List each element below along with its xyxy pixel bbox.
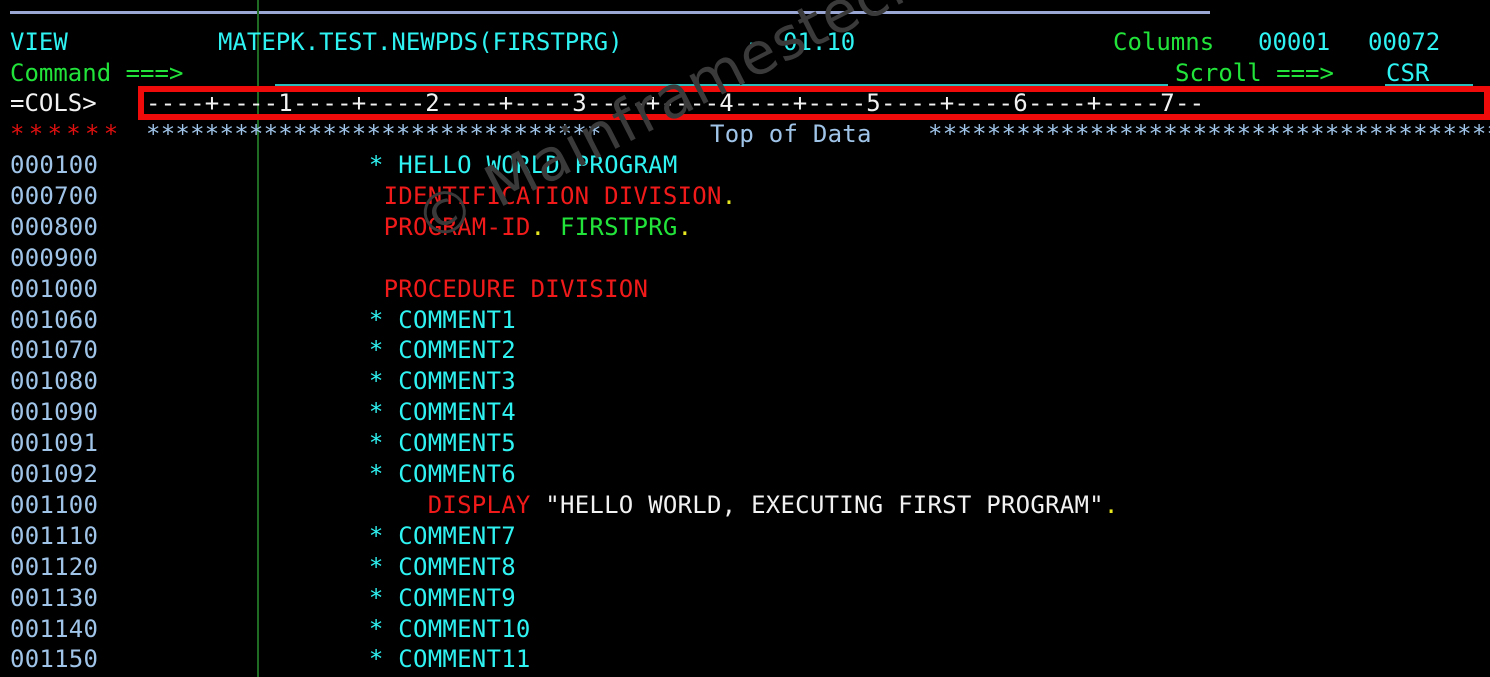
source-code-line[interactable]: * HELLO WORLD PROGRAM bbox=[266, 150, 678, 181]
line-number[interactable]: 001092 bbox=[10, 459, 98, 490]
code-segment: PROCEDURE DIVISION bbox=[266, 274, 649, 303]
dataset-version: 01.10 bbox=[783, 28, 856, 56]
line-number[interactable]: 001091 bbox=[10, 428, 98, 459]
cols-ruler-label: =COLS> bbox=[10, 89, 97, 117]
line-number[interactable]: 001090 bbox=[10, 397, 98, 428]
code-segment: * COMMENT10 bbox=[266, 614, 531, 643]
code-segment: . bbox=[530, 212, 546, 241]
line-number[interactable]: 001070 bbox=[10, 335, 98, 366]
code-segment: * COMMENT6 bbox=[266, 460, 516, 488]
line-number[interactable]: 001130 bbox=[10, 583, 98, 614]
line-number[interactable]: 001060 bbox=[10, 305, 98, 336]
columns-label: Columns bbox=[1113, 28, 1215, 56]
code-segment: DISPLAY bbox=[266, 490, 531, 519]
source-code-line[interactable]: * COMMENT1 bbox=[266, 305, 516, 336]
scroll-field-label: Scroll ===> bbox=[1175, 59, 1334, 87]
line-number[interactable]: 000800 bbox=[10, 212, 98, 243]
code-segment: . bbox=[1103, 490, 1119, 519]
source-code-line[interactable]: * COMMENT8 bbox=[266, 552, 516, 583]
code-segment: . bbox=[677, 212, 693, 241]
line-number[interactable]: 001080 bbox=[10, 366, 98, 397]
code-segment: * COMMENT8 bbox=[266, 552, 516, 581]
top-of-data-label: Top of Data bbox=[710, 120, 872, 148]
top-of-data-left-stars: ******************************* bbox=[146, 120, 602, 148]
line-number[interactable]: 000900 bbox=[10, 243, 98, 274]
cols-ruler-highlight-box bbox=[138, 86, 1490, 120]
line-number[interactable]: 001000 bbox=[10, 274, 98, 305]
source-code-line[interactable]: * COMMENT4 bbox=[266, 397, 516, 428]
line-number[interactable]: 000700 bbox=[10, 181, 98, 212]
code-segment: * COMMENT9 bbox=[266, 583, 516, 612]
dataset-name: MATEPK.TEST.NEWPDS(FIRSTPRG) bbox=[218, 28, 623, 56]
line-number[interactable]: 001120 bbox=[10, 552, 98, 583]
source-code-line[interactable]: * COMMENT5 bbox=[266, 428, 516, 459]
top-of-data-right-stars: ****************************************… bbox=[928, 120, 1490, 148]
source-code-line[interactable]: * COMMENT10 bbox=[266, 614, 531, 645]
source-code-line[interactable]: PROCEDURE DIVISION bbox=[266, 274, 648, 305]
source-code-line[interactable]: * COMMENT3 bbox=[266, 366, 516, 397]
line-number[interactable]: 001150 bbox=[10, 644, 98, 675]
source-code-line[interactable]: * COMMENT7 bbox=[266, 521, 516, 552]
code-segment: * COMMENT4 bbox=[266, 398, 516, 427]
code-segment: FIRSTPRG bbox=[560, 212, 678, 241]
line-number[interactable]: 001110 bbox=[10, 521, 98, 552]
source-code-line[interactable]: DISPLAY "HELLO WORLD, EXECUTING FIRST PR… bbox=[266, 490, 1119, 521]
line-number[interactable]: 001100 bbox=[10, 490, 98, 521]
columns-from-value: 00001 bbox=[1258, 28, 1331, 56]
columns-to-value: 00072 bbox=[1368, 28, 1441, 56]
code-segment: . bbox=[721, 181, 737, 210]
code-segment: * COMMENT3 bbox=[266, 367, 516, 396]
header-dash: - bbox=[746, 28, 761, 56]
code-segment: "HELLO WORLD, EXECUTING FIRST PROGRAM" bbox=[530, 490, 1104, 519]
source-code-line[interactable]: * COMMENT6 bbox=[266, 459, 516, 490]
line-number[interactable]: 001140 bbox=[10, 614, 98, 645]
command-line-label: Command ===> bbox=[10, 59, 184, 87]
source-code-line[interactable]: * COMMENT9 bbox=[266, 583, 516, 614]
code-segment: * COMMENT5 bbox=[266, 429, 516, 458]
code-segment: * COMMENT1 bbox=[266, 305, 516, 334]
source-code-line[interactable]: * COMMENT2 bbox=[266, 335, 516, 366]
code-segment: * HELLO WORLD PROGRAM bbox=[266, 151, 678, 179]
code-segment: * COMMENT11 bbox=[266, 645, 531, 674]
source-code-line[interactable]: PROGRAM-ID. FIRSTPRG. bbox=[266, 212, 692, 243]
line-number[interactable]: 000100 bbox=[10, 150, 98, 181]
source-code-line[interactable]: IDENTIFICATION DIVISION. bbox=[266, 181, 737, 212]
view-mode-label: VIEW bbox=[10, 28, 68, 56]
code-segment: * COMMENT2 bbox=[266, 336, 516, 365]
terminal-screen: VIEW MATEPK.TEST.NEWPDS(FIRSTPRG) - 01.1… bbox=[0, 0, 1490, 677]
code-segment: PROGRAM-ID bbox=[266, 212, 531, 241]
source-code-line[interactable]: * COMMENT11 bbox=[266, 644, 531, 675]
code-segment: IDENTIFICATION DIVISION bbox=[266, 181, 722, 210]
top-border-rule bbox=[10, 11, 1210, 14]
code-segment: * COMMENT7 bbox=[266, 521, 516, 550]
top-of-data-gutter-marker: ****** bbox=[10, 120, 123, 148]
